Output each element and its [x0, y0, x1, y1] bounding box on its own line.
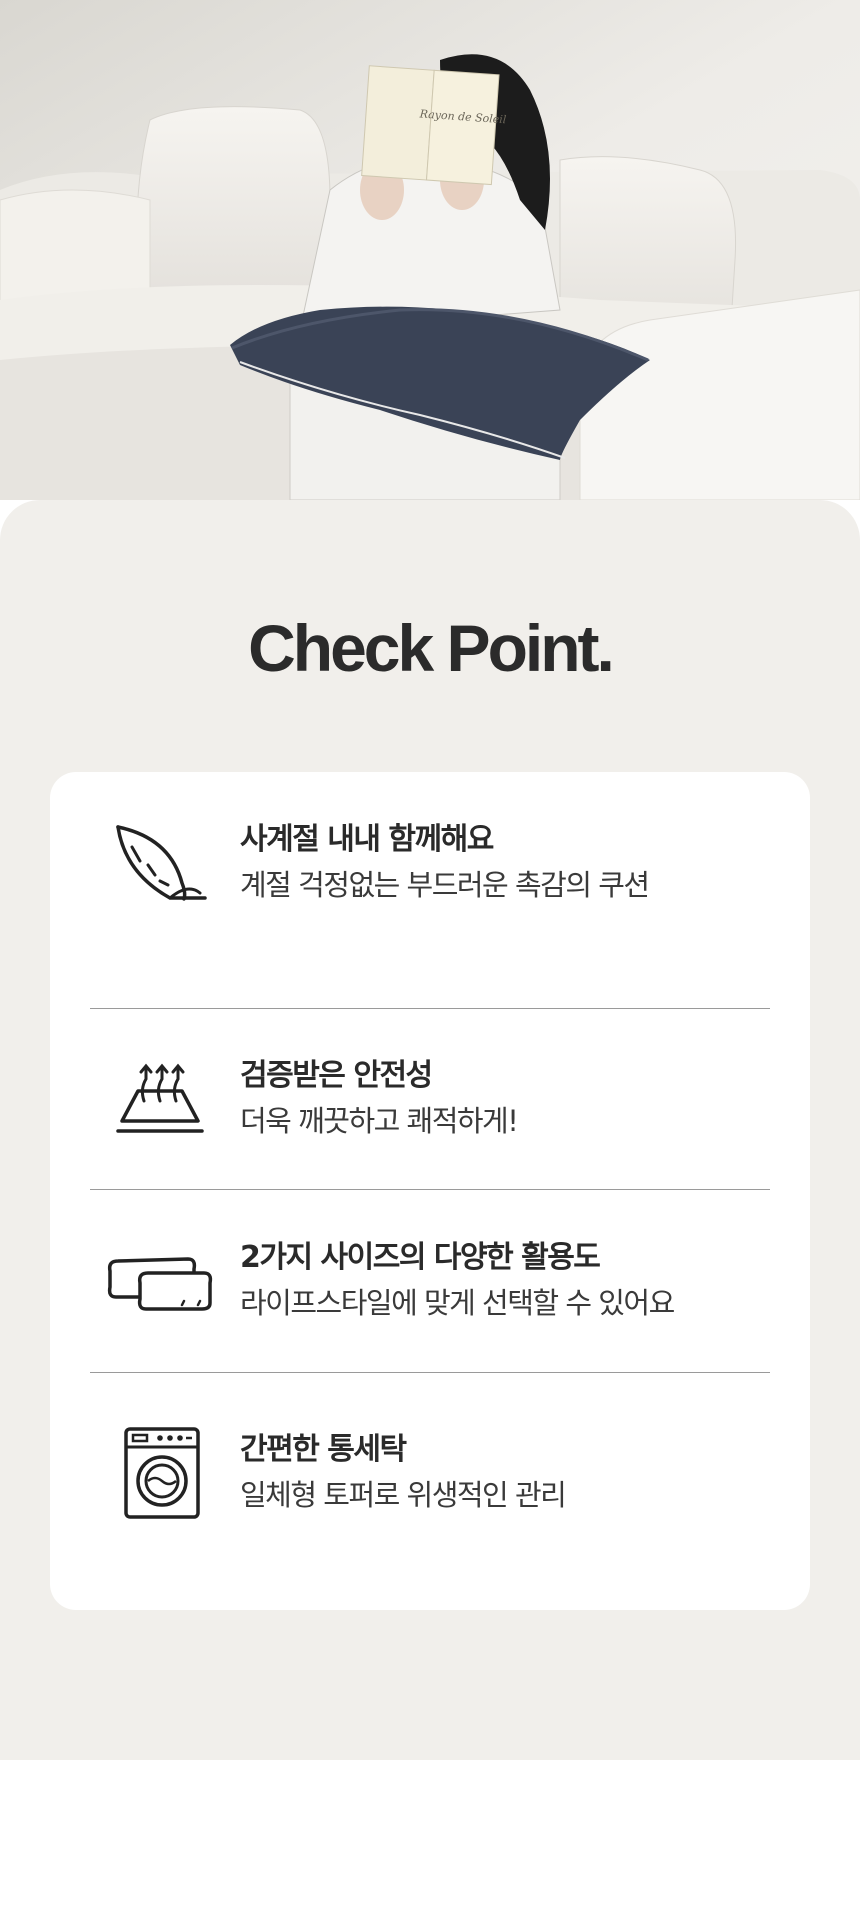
feature-heading: 2가지 사이즈의 다양한 활용도 [240, 1240, 601, 1275]
check-point-section: Check Point. 사계절 내내 함께해요 계절 걱정없는 부드러운 촉감… [0, 500, 860, 1760]
feature-description: 더욱 깨끗하고 쾌적하게! [240, 1104, 519, 1138]
feature-description: 계절 걱정없는 부드러운 촉감의 쿠션 [240, 868, 650, 902]
feature-item-all-season: 사계절 내내 함께해요 계절 걱정없는 부드러운 촉감의 쿠션 [90, 772, 770, 954]
product-detail-page: Rayon de Soleil Check Point. 사계절 내내 함께해요… [0, 0, 860, 1910]
feature-item-sizes: 2가지 사이즈의 다양한 활용도 라이프스타일에 맞게 선택할 수 있어요 [90, 1190, 770, 1372]
breathable-layer-icon [100, 1049, 220, 1149]
feature-description: 라이프스타일에 맞게 선택할 수 있어요 [240, 1286, 675, 1320]
feature-card: 사계절 내내 함께해요 계절 걱정없는 부드러운 촉감의 쿠션 검증받은 안전성… [50, 772, 810, 1610]
feather-icon [100, 813, 220, 913]
washing-machine-icon [100, 1423, 220, 1523]
feature-description: 일체형 토퍼로 위생적인 관리 [240, 1478, 567, 1512]
feature-heading: 검증받은 안전성 [240, 1058, 433, 1093]
feature-item-safety: 검증받은 안전성 더욱 깨끗하고 쾌적하게! [90, 1009, 770, 1189]
feature-item-washable: 간편한 통세탁 일체형 토퍼로 위생적인 관리 [90, 1373, 770, 1573]
feature-heading: 사계절 내내 함께해요 [240, 822, 494, 857]
feature-heading: 간편한 통세탁 [240, 1432, 407, 1467]
hero-photo: Rayon de Soleil [0, 0, 860, 500]
section-title: Check Point. [248, 611, 615, 685]
pillows-icon [100, 1231, 220, 1331]
